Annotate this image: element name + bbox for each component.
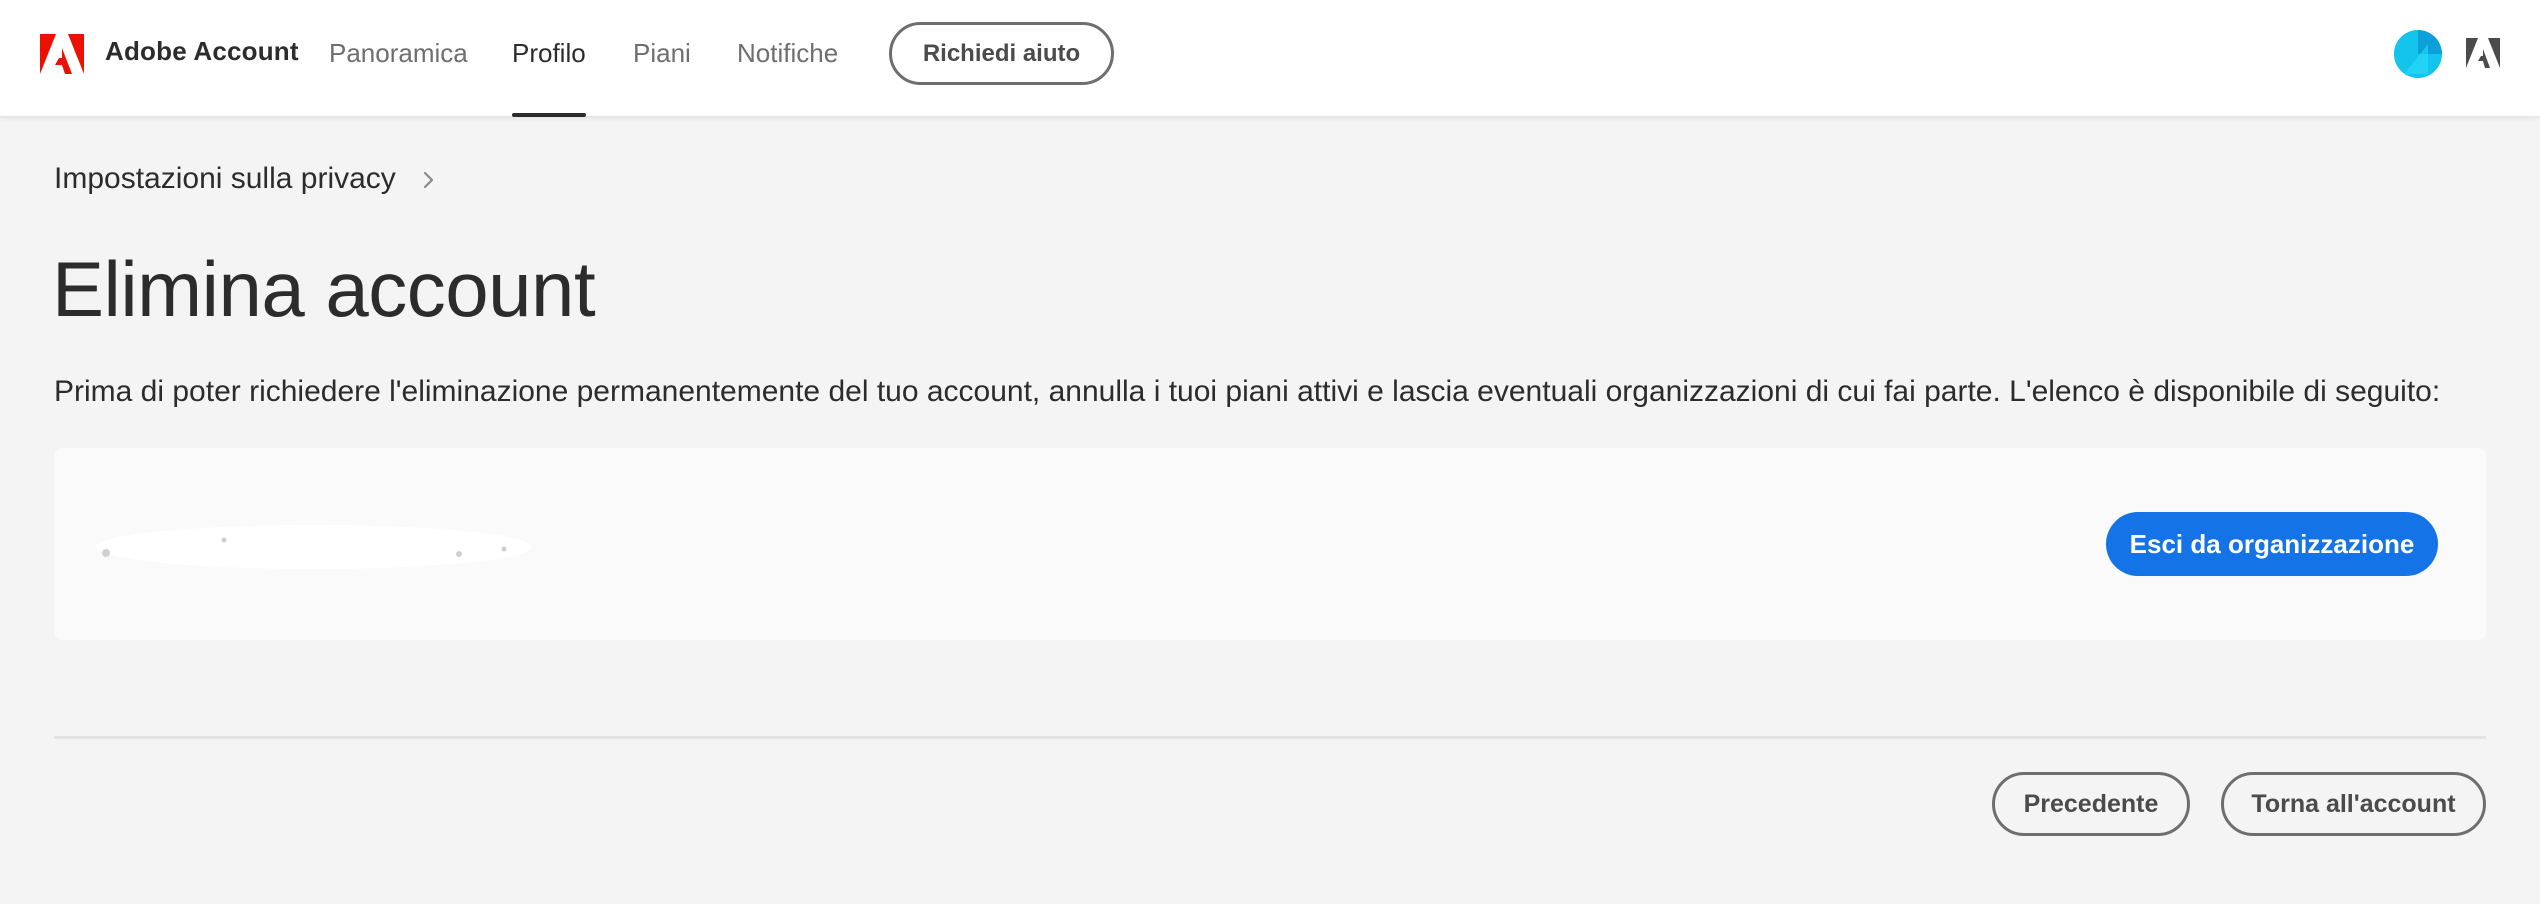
nav-tab-profilo[interactable]: Profilo — [512, 38, 586, 69]
chevron-right-icon — [423, 171, 433, 189]
active-tab-indicator — [512, 113, 586, 117]
leave-organization-button[interactable]: Esci da organizzazione — [2106, 512, 2438, 576]
avatar[interactable] — [2394, 30, 2442, 78]
nav-tab-panoramica[interactable]: Panoramica — [329, 38, 468, 69]
divider — [54, 736, 2486, 739]
page-title: Elimina account — [52, 245, 596, 333]
top-navigation-bar: Adobe Account Panoramica Profilo Piani N… — [0, 0, 2540, 118]
previous-button[interactable]: Precedente — [1992, 772, 2190, 836]
brand-name[interactable]: Adobe Account — [105, 36, 299, 67]
nav-tab-notifiche[interactable]: Notifiche — [737, 38, 838, 69]
request-help-button[interactable]: Richiedi aiuto — [889, 22, 1114, 85]
breadcrumb-privacy-settings[interactable]: Impostazioni sulla privacy — [54, 162, 396, 196]
intro-text: Prima di poter richiedere l'eliminazione… — [54, 375, 2441, 408]
adobe-apps-icon[interactable] — [2466, 38, 2500, 68]
breadcrumb: Impostazioni sulla privacy — [54, 162, 436, 196]
nav-tab-piani[interactable]: Piani — [633, 38, 691, 69]
back-to-account-button[interactable]: Torna all'account — [2221, 772, 2486, 836]
redacted-organization-name — [96, 525, 532, 569]
avatar-shape-icon — [2394, 30, 2442, 78]
adobe-logo-icon[interactable] — [40, 34, 84, 74]
organization-card: Esci da organizzazione — [54, 448, 2486, 640]
